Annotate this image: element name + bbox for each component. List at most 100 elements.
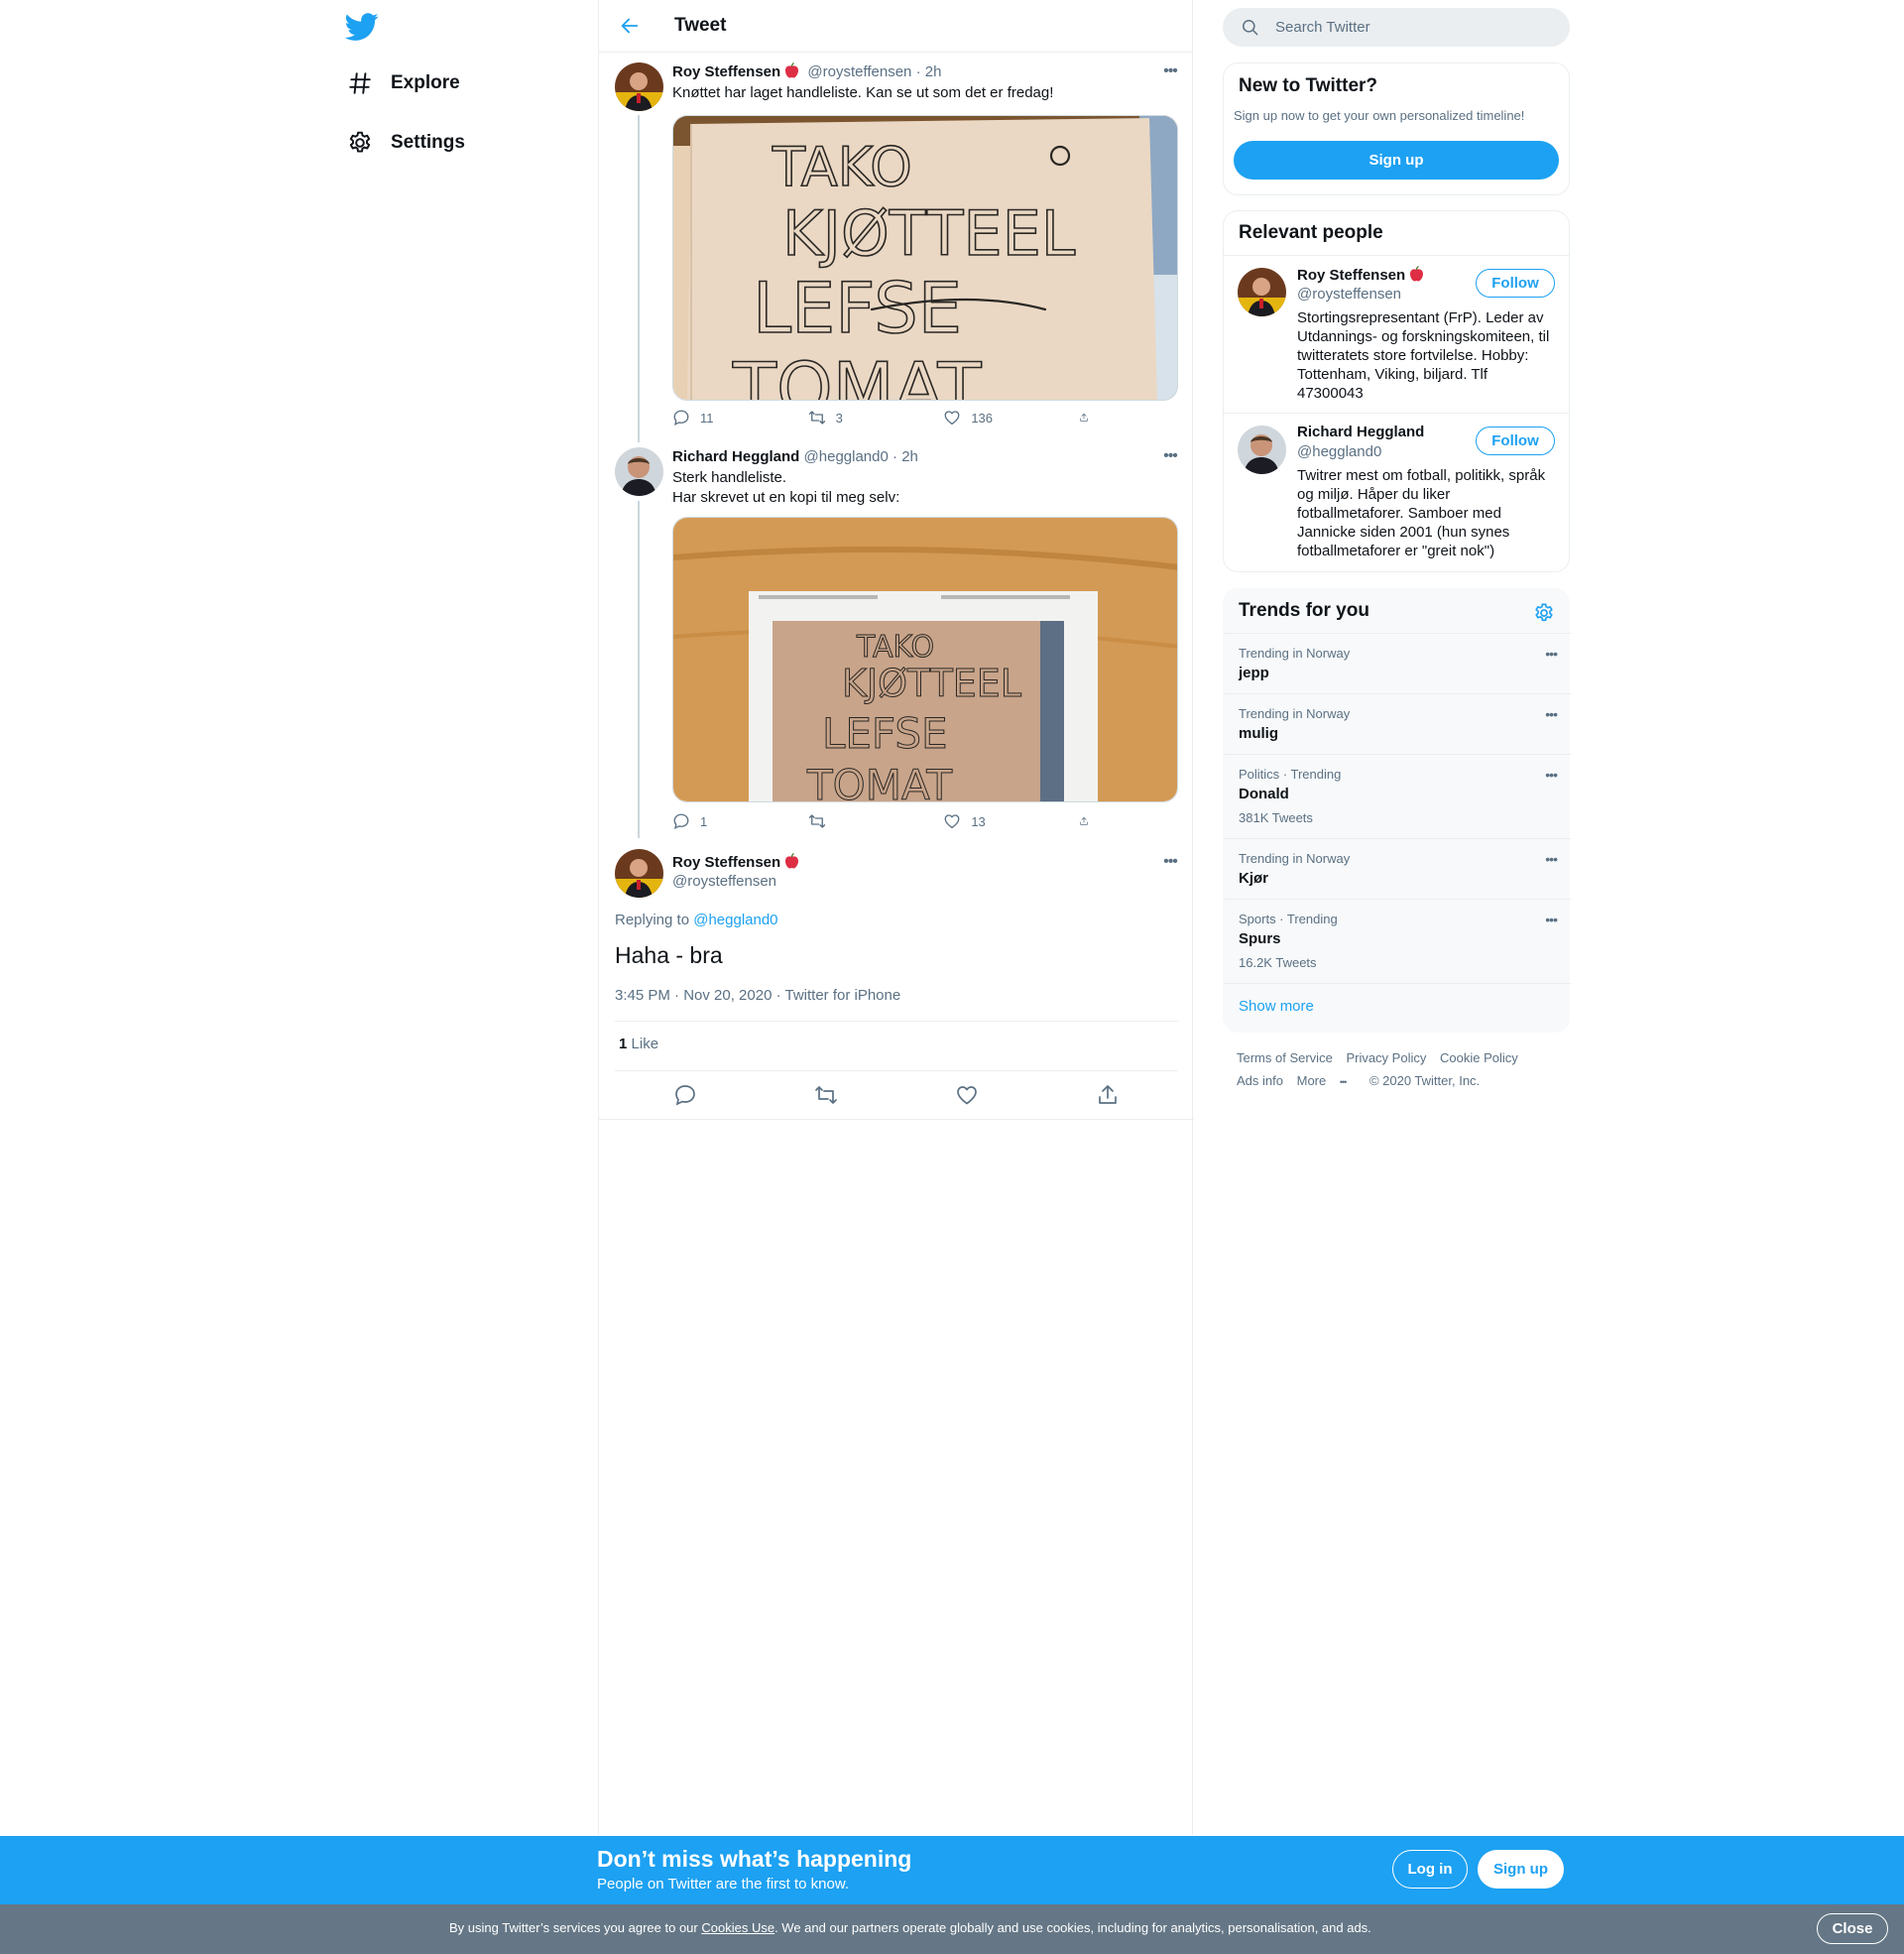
nav-explore[interactable]: Explore (345, 60, 460, 107)
heart-icon[interactable] (955, 1083, 979, 1107)
avatar[interactable] (1238, 426, 1286, 474)
cookie-suffix: . We and our partners operate globally a… (774, 1920, 1371, 1935)
footer-terms-link[interactable]: Terms of Service (1237, 1050, 1333, 1065)
trend-count: 381K Tweets (1239, 810, 1313, 825)
cookie-banner: By using Twitter’s services you agree to… (0, 1904, 1904, 1954)
author-handle[interactable]: @roysteffensen (807, 63, 911, 80)
person-name[interactable]: Roy Steffensen (1297, 266, 1428, 284)
replying-prefix: Replying to (615, 912, 690, 928)
person-handle[interactable]: @roysteffensen (1297, 286, 1401, 303)
retweet-button[interactable]: 3 (808, 407, 907, 428)
retweet-icon[interactable] (814, 1083, 838, 1107)
like-count: 136 (971, 410, 994, 426)
thread-tweet[interactable]: Roy Steffensen @roysteffensen · 2h Knøtt… (599, 53, 1194, 442)
trend-item[interactable]: Trending in Norway mulig ••• (1224, 693, 1571, 754)
like-count-link[interactable]: 1 Like (619, 1036, 658, 1052)
trend-item[interactable]: Trending in Norway Kjør ••• (1224, 838, 1571, 899)
reply-count: 1 (700, 813, 708, 829)
avatar[interactable] (615, 447, 663, 496)
trend-item[interactable]: Trending in Norway jepp ••• (1224, 633, 1571, 693)
more-options-icon[interactable]: ••• (1545, 767, 1558, 783)
close-button[interactable]: Close (1817, 1913, 1888, 1944)
more-options-icon[interactable]: ••• (1160, 62, 1180, 82)
author-name[interactable]: Richard Heggland (672, 448, 799, 465)
author-name[interactable]: Roy Steffensen (672, 63, 780, 80)
more-options-icon[interactable]: ••• (1545, 646, 1558, 662)
heart-icon (944, 814, 960, 829)
trend-item[interactable]: Sports · Trending Spurs 16.2K Tweets ••• (1224, 899, 1571, 983)
twitter-bird-icon[interactable] (344, 10, 379, 44)
trend-item[interactable]: Politics · Trending Donald 381K Tweets •… (1224, 754, 1571, 838)
more-options-icon[interactable]: ••• (1160, 853, 1180, 873)
trend-context: Trending in Norway (1239, 706, 1351, 721)
gear-icon[interactable] (1533, 602, 1555, 624)
tweet-text-line-1: Sterk handleliste. (672, 469, 787, 486)
media-word-3: LEFSE (753, 268, 962, 349)
login-button[interactable]: Log in (1392, 1850, 1468, 1889)
card-title: Relevant people (1239, 222, 1383, 243)
trend-name: mulig (1239, 725, 1278, 742)
more-options-icon[interactable]: ••• (1160, 447, 1180, 467)
retweet-icon (808, 411, 825, 425)
person-item[interactable]: Roy Steffensen @roysteffensen Stortingsr… (1224, 255, 1569, 413)
avatar[interactable] (615, 62, 663, 111)
tweet-photo[interactable]: TAKO KJØTTEEL LEFSE TOMAT (672, 517, 1178, 802)
media-word-2: KJØTTEEL (782, 197, 1076, 270)
author-handle[interactable]: @heggland0 (804, 448, 889, 465)
avatar[interactable] (1238, 268, 1286, 316)
tweet-text: Haha - bra (615, 942, 723, 968)
more-options-icon[interactable]: ••• (1545, 912, 1558, 927)
tweet-time[interactable]: 2h (901, 448, 918, 465)
card-title: Trends for you (1239, 600, 1369, 621)
footer-cookie-link[interactable]: Cookie Policy (1440, 1050, 1518, 1065)
avatar[interactable] (615, 849, 663, 898)
footer-more-link[interactable]: More ••• (1297, 1073, 1357, 1088)
divider (615, 1021, 1178, 1022)
person-handle[interactable]: @heggland0 (1297, 443, 1381, 460)
nav-settings[interactable]: Settings (345, 119, 465, 167)
follow-button[interactable]: Follow (1476, 427, 1555, 455)
tweet-photo[interactable]: TAKO KJØTTEEL LEFSE TOMAT (672, 115, 1178, 401)
main-column: Tweet Roy Steffensen @roysteffensen · 2h… (598, 0, 1194, 1835)
author-handle[interactable]: @roysteffensen (672, 873, 1178, 890)
reply-icon[interactable] (673, 1083, 697, 1107)
more-dots-icon: ••• (1339, 1077, 1348, 1087)
reply-button[interactable]: 11 (672, 407, 772, 428)
author-name[interactable]: Roy Steffensen (672, 854, 780, 871)
tweet-content: Richard Heggland @heggland0 · 2h Sterk h… (672, 447, 1178, 507)
media-word-2: KJØTTEEL (842, 662, 1021, 705)
show-more-link[interactable]: Show more (1239, 998, 1314, 1015)
tweet-time[interactable]: 2h (925, 63, 942, 80)
share-button[interactable] (1079, 407, 1099, 428)
footer-privacy-link[interactable]: Privacy Policy (1346, 1050, 1426, 1065)
reply-button[interactable]: 1 (672, 810, 772, 832)
retweet-button[interactable] (808, 810, 907, 832)
page-title: Tweet (674, 15, 727, 36)
search-bar[interactable] (1223, 8, 1570, 47)
person-item[interactable]: Richard Heggland @heggland0 Twitrer mest… (1224, 413, 1569, 571)
tweet-meta[interactable]: 3:45 PM · Nov 20, 2020 · Twitter for iPh… (615, 987, 900, 1004)
thread-tweet[interactable]: Richard Heggland @heggland0 · 2h Sterk h… (599, 437, 1194, 839)
like-button[interactable]: 136 (943, 407, 1042, 428)
share-icon[interactable] (1096, 1083, 1120, 1107)
search-input[interactable] (1275, 19, 1553, 36)
like-button[interactable]: 13 (943, 810, 1042, 832)
back-arrow-icon[interactable] (619, 15, 641, 37)
footer-ads-link[interactable]: Ads info (1237, 1073, 1283, 1088)
follow-button[interactable]: Follow (1476, 269, 1555, 298)
share-button[interactable] (1079, 810, 1099, 832)
separator-dot: · (915, 63, 921, 80)
replying-to-link[interactable]: @heggland0 (693, 912, 777, 928)
signup-banner: Don’t miss what’s happening People on Tw… (0, 1836, 1904, 1904)
person-name[interactable]: Richard Heggland (1297, 424, 1424, 440)
more-options-icon[interactable]: ••• (1545, 851, 1558, 867)
cookie-prefix: By using Twitter’s services you agree to… (449, 1920, 698, 1935)
relevant-people-card: Relevant people Roy Steffensen @roysteff… (1223, 210, 1570, 572)
show-more-row[interactable]: Show more (1224, 983, 1571, 1034)
banner-signup-button[interactable]: Sign up (1478, 1850, 1564, 1889)
footer: Terms of Service Privacy Policy Cookie P… (1237, 1046, 1564, 1094)
tweet-actions: 11 3 136 (672, 407, 1099, 428)
more-options-icon[interactable]: ••• (1545, 706, 1558, 722)
signup-button[interactable]: Sign up (1234, 141, 1559, 180)
cookies-use-link[interactable]: Cookies Use (701, 1920, 774, 1935)
